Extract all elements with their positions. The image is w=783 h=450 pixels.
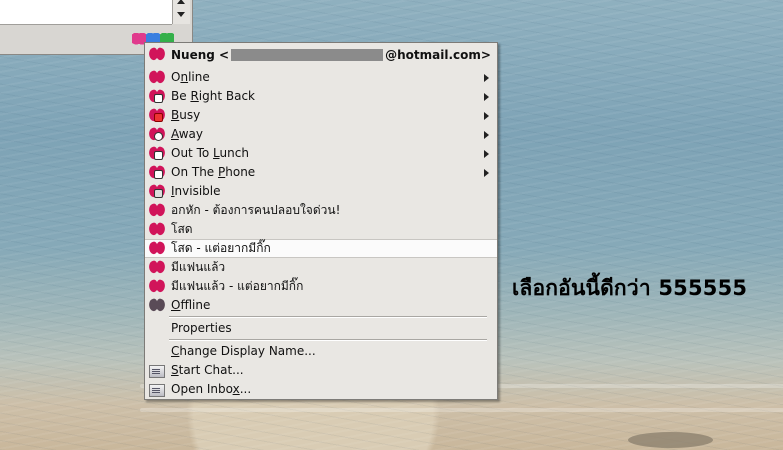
submenu-arrow-icon: [484, 131, 489, 139]
submenu-arrow-icon: [484, 150, 489, 158]
menu-item-change-display-name[interactable]: Change Display Name...: [145, 342, 497, 361]
submenu-arrow-icon: [484, 74, 489, 82]
menu-item-label: On The Phone: [171, 165, 256, 179]
clock-badge-icon: [154, 132, 163, 141]
wave-foam: [140, 408, 783, 412]
account-name: Nueng <: [171, 48, 230, 62]
butterfly-icon: [149, 203, 165, 218]
menu-item-label: มีแฟนแล้ว - แต่อยากมีกิ๊ก: [171, 279, 304, 293]
invisible-badge-icon: [154, 189, 163, 198]
menu-item-label: Offline: [171, 298, 211, 312]
butterfly-icon: [149, 222, 165, 237]
menu-item-label: โสด - แต่อยากมีกิ๊ก: [171, 241, 271, 255]
menu-item-label: โสด: [171, 222, 193, 236]
menu-item-online[interactable]: Online: [145, 68, 497, 87]
email-domain: @hotmail.com>: [385, 48, 491, 62]
menu-item-label: Be Right Back: [171, 89, 255, 103]
butterfly-icon: [149, 279, 165, 294]
butterfly-icon: [149, 260, 165, 275]
butterfly-busy-icon: [149, 108, 165, 123]
butterfly-lunch-icon: [149, 146, 165, 161]
submenu-arrow-icon: [484, 112, 489, 120]
menu-item-out-to-lunch[interactable]: Out To Lunch: [145, 144, 497, 163]
menu-item-label: Away: [171, 127, 204, 141]
menu-item-properties[interactable]: Properties: [145, 319, 497, 338]
beach-rock: [628, 432, 713, 448]
menu-item-label: อกหัก - ต้องการคนปลอบใจด่วน!: [171, 203, 341, 217]
butterfly-icon: [149, 241, 165, 256]
menu-item-label: มีแฟนแล้ว: [171, 260, 226, 274]
menu-item-label: Busy: [171, 108, 201, 122]
scroll-down-icon[interactable]: [177, 12, 185, 17]
phone-badge-icon: [154, 170, 163, 179]
brb-badge-icon: [154, 94, 163, 103]
menu-separator: [169, 339, 487, 341]
butterfly-offline-icon: [149, 298, 165, 313]
menu-item-busy[interactable]: Busy: [145, 106, 497, 125]
menu-item-on-the-phone[interactable]: On The Phone: [145, 163, 497, 182]
butterfly-brb-icon: [149, 89, 165, 104]
menu-item-label: Out To Lunch: [171, 146, 249, 160]
menu-item-open-inbox[interactable]: Open Inbox...: [145, 380, 497, 399]
scrollbar[interactable]: [172, 0, 190, 24]
butterfly-icon: [149, 47, 165, 62]
butterfly-online-icon: [149, 70, 165, 85]
menu-item-label: Change Display Name...: [171, 344, 316, 358]
menu-item-heartbroken[interactable]: อกหัก - ต้องการคนปลอบใจด่วน!: [145, 201, 497, 220]
submenu-arrow-icon: [484, 169, 489, 177]
fork-badge-icon: [154, 151, 163, 160]
menu-item-single-want-gig[interactable]: โสด - แต่อยากมีกิ๊ก: [145, 239, 497, 258]
butterfly-away-icon: [149, 127, 165, 142]
menu-item-offline[interactable]: Offline: [145, 296, 497, 315]
submenu-arrow-icon: [484, 93, 489, 101]
scroll-up-icon[interactable]: [177, 0, 185, 4]
menu-header: Nueng < @hotmail.com>: [145, 43, 497, 67]
menu-item-label: Invisible: [171, 184, 221, 198]
butterfly-invisible-icon: [149, 184, 165, 199]
menu-item-label: Open Inbox...: [171, 382, 252, 396]
status-context-menu: Nueng < @hotmail.com> Online Be Right Ba…: [144, 42, 498, 400]
menu-item-label: Online: [171, 70, 210, 84]
butterfly-phone-icon: [149, 165, 165, 180]
menu-item-invisible[interactable]: Invisible: [145, 182, 497, 201]
menu-item-single[interactable]: โสด: [145, 220, 497, 239]
redacted-email: [231, 49, 384, 61]
contact-list-area[interactable]: [0, 0, 172, 25]
menu-separator: [169, 316, 487, 318]
menu-item-taken[interactable]: มีแฟนแล้ว: [145, 258, 497, 277]
menu-item-label: Start Chat...: [171, 363, 244, 377]
chat-window-icon: [149, 365, 165, 378]
inbox-icon: [149, 384, 165, 397]
menu-item-taken-want-gig[interactable]: มีแฟนแล้ว - แต่อยากมีกิ๊ก: [145, 277, 497, 296]
busy-badge-icon: [154, 113, 163, 122]
menu-item-be-right-back[interactable]: Be Right Back: [145, 87, 497, 106]
menu-item-away[interactable]: Away: [145, 125, 497, 144]
annotation-caption: เลือกอันนี้ดีกว่า 555555: [512, 276, 748, 300]
menu-item-label: Properties: [171, 321, 232, 335]
menu-item-start-chat[interactable]: Start Chat...: [145, 361, 497, 380]
